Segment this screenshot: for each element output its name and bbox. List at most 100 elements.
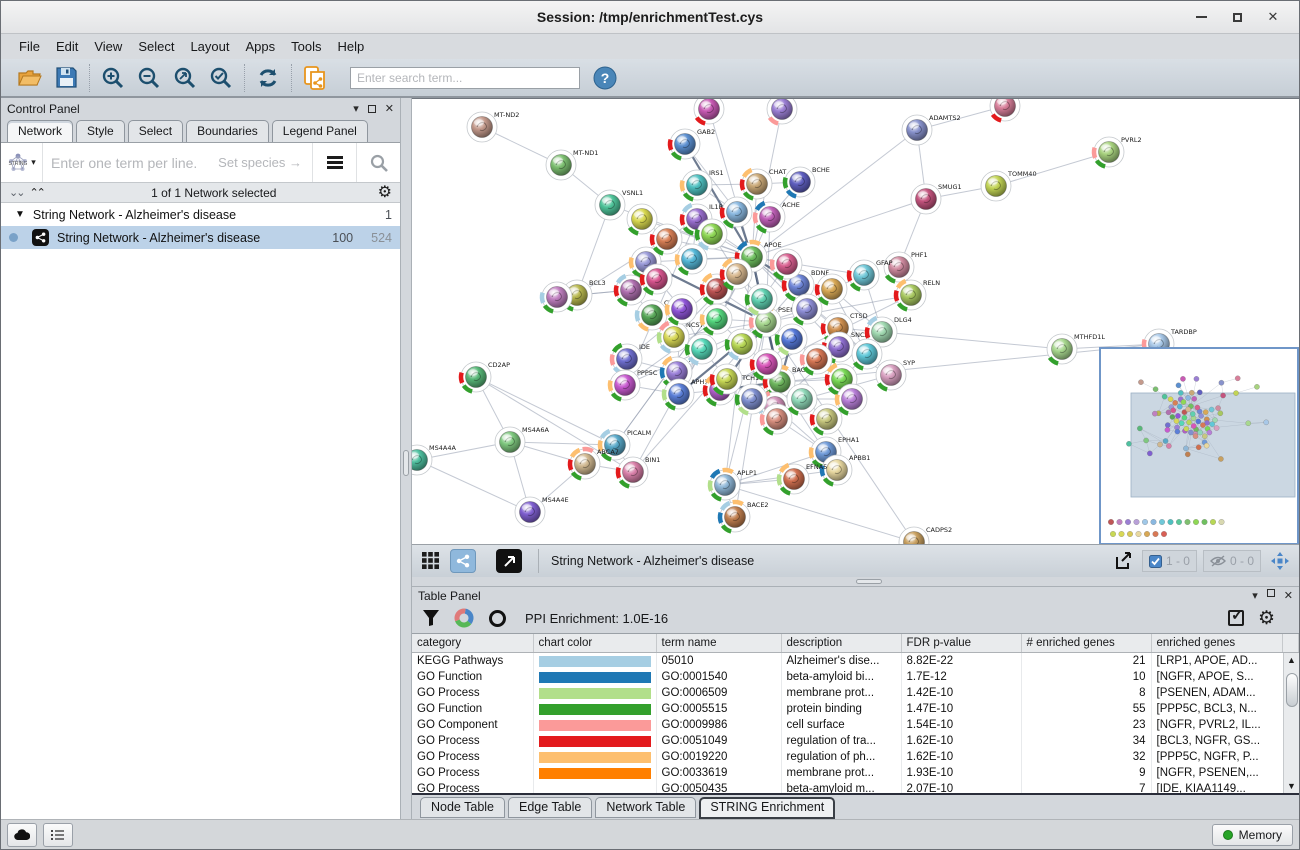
column-header-category[interactable]: category: [412, 634, 533, 653]
vertical-scrollbar[interactable]: ▲ ▼: [1283, 653, 1299, 793]
network-node[interactable]: [677, 244, 707, 274]
gear-icon[interactable]: ⚙: [378, 185, 392, 201]
close-button[interactable]: ✕: [1259, 6, 1287, 28]
collapse-all-icon[interactable]: ⌄⌄: [9, 186, 23, 199]
network-node[interactable]: ABCA7: [570, 448, 619, 479]
network-node[interactable]: [747, 284, 777, 314]
tree-row[interactable]: ▼String Network - Alzheimer's disease1: [1, 203, 400, 226]
network-node[interactable]: [837, 384, 867, 414]
network-node[interactable]: CD2AP: [461, 361, 510, 392]
menu-help[interactable]: Help: [330, 37, 373, 56]
menu-apps[interactable]: Apps: [238, 37, 284, 56]
network-node[interactable]: [697, 219, 727, 249]
network-node[interactable]: MT-ND2: [467, 111, 519, 142]
panel-close-icon[interactable]: ✕: [1284, 589, 1293, 602]
string-options-button[interactable]: [312, 143, 356, 182]
network-node[interactable]: RELN: [896, 279, 940, 310]
column-header-enriched-genes[interactable]: enriched genes: [1151, 634, 1283, 653]
network-node[interactable]: [772, 249, 802, 279]
network-node[interactable]: MT-ND1: [546, 149, 598, 180]
menu-view[interactable]: View: [86, 37, 130, 56]
network-node[interactable]: ACHE: [755, 201, 800, 232]
network-node[interactable]: APBB1: [822, 454, 870, 485]
vertical-splitter[interactable]: [401, 98, 412, 819]
export-network-button[interactable]: [1110, 549, 1136, 573]
splitter-grip[interactable]: [403, 450, 409, 476]
network-node[interactable]: SYP: [876, 359, 915, 390]
network-node[interactable]: [542, 282, 572, 312]
tab-network-table[interactable]: Network Table: [595, 797, 696, 818]
network-node[interactable]: [642, 264, 672, 294]
column-header-term-name[interactable]: term name: [656, 634, 781, 653]
network-node[interactable]: [722, 259, 752, 289]
network-node[interactable]: [762, 404, 792, 434]
network-node[interactable]: SMUG1: [911, 183, 962, 214]
string-search-button[interactable]: [356, 143, 400, 182]
filter-icon[interactable]: [422, 609, 440, 627]
zoom-fit-button[interactable]: [170, 64, 200, 92]
string-protein-query-selector[interactable]: STRING ▾: [1, 143, 43, 182]
table-row[interactable]: GO ComponentGO:0009986cell surface1.54E-…: [412, 717, 1299, 733]
collapse-caret-icon[interactable]: ▼: [15, 209, 25, 220]
network-node[interactable]: [712, 364, 742, 394]
network-node[interactable]: [990, 99, 1020, 121]
birds-eye-view[interactable]: [1099, 347, 1299, 544]
share-network-button[interactable]: [450, 549, 476, 573]
task-history-button[interactable]: [43, 823, 73, 847]
column-header-description[interactable]: description: [781, 634, 901, 653]
network-node[interactable]: [652, 224, 682, 254]
network-node[interactable]: ADAMTS2: [902, 114, 961, 145]
table-row[interactable]: GO ProcessGO:0033619membrane prot...1.93…: [412, 765, 1299, 781]
splitter-grip[interactable]: [856, 579, 882, 584]
tab-boundaries[interactable]: Boundaries: [186, 120, 269, 142]
pan-tool-button[interactable]: [1267, 549, 1293, 573]
column-header--enriched-genes[interactable]: # enriched genes: [1021, 634, 1151, 653]
table-row[interactable]: GO ProcessGO:0019220regulation of ph...1…: [412, 749, 1299, 765]
network-node[interactable]: CHAT: [742, 168, 786, 199]
network-node[interactable]: [852, 339, 882, 369]
network-node[interactable]: [694, 99, 724, 124]
fullscreen-network-button[interactable]: [496, 549, 522, 573]
save-session-button[interactable]: [51, 64, 81, 92]
network-node[interactable]: [627, 204, 657, 234]
memory-button[interactable]: Memory: [1212, 824, 1293, 846]
column-header-FDR-p-value[interactable]: FDR p-value: [901, 634, 1021, 653]
network-node[interactable]: BIN1: [618, 456, 660, 487]
tab-legend-panel[interactable]: Legend Panel: [272, 120, 368, 142]
menu-edit[interactable]: Edit: [48, 37, 86, 56]
network-node[interactable]: [817, 274, 847, 304]
donut-chart-icon[interactable]: [454, 608, 474, 628]
menu-file[interactable]: File: [11, 37, 48, 56]
automation-status-button[interactable]: [7, 823, 37, 847]
zoom-selected-button[interactable]: [206, 64, 236, 92]
network-node[interactable]: [802, 344, 832, 374]
string-query-input[interactable]: [43, 155, 312, 171]
select-rows-icon[interactable]: [1228, 610, 1244, 626]
network-node[interactable]: MS4A4E: [515, 496, 569, 527]
network-node[interactable]: BCHE: [785, 166, 830, 197]
network-node[interactable]: GAB2: [670, 128, 715, 159]
minimize-button[interactable]: [1187, 6, 1215, 28]
help-button[interactable]: ?: [590, 64, 620, 92]
network-node[interactable]: CADPS2: [899, 526, 952, 544]
enrichment-table-rows[interactable]: KEGG Pathways05010Alzheimer's dise...8.8…: [412, 653, 1299, 795]
network-node[interactable]: [777, 324, 807, 354]
network-node[interactable]: [687, 334, 717, 364]
table-row[interactable]: GO FunctionGO:0001540beta-amyloid bi...1…: [412, 669, 1299, 685]
expand-all-icon[interactable]: ⌃⌃: [29, 186, 43, 199]
table-row[interactable]: KEGG Pathways05010Alzheimer's dise...8.8…: [412, 653, 1299, 669]
network-node[interactable]: [767, 99, 797, 124]
network-node[interactable]: [702, 304, 732, 334]
panel-menu-icon[interactable]: ▾: [1252, 589, 1258, 602]
panel-close-icon[interactable]: ✕: [385, 102, 394, 115]
tab-style[interactable]: Style: [76, 120, 125, 142]
table-row[interactable]: GO FunctionGO:0005515protein binding1.47…: [412, 701, 1299, 717]
network-node[interactable]: [727, 329, 757, 359]
panel-float-icon[interactable]: [1267, 589, 1275, 597]
table-row[interactable]: GO ProcessGO:0050435beta-amyloid m...2.0…: [412, 781, 1299, 795]
refresh-button[interactable]: [253, 64, 283, 92]
search-input[interactable]: [350, 67, 580, 89]
panel-menu-icon[interactable]: ▾: [353, 102, 359, 115]
network-node[interactable]: APLP1: [710, 469, 757, 500]
network-node[interactable]: [792, 294, 822, 324]
